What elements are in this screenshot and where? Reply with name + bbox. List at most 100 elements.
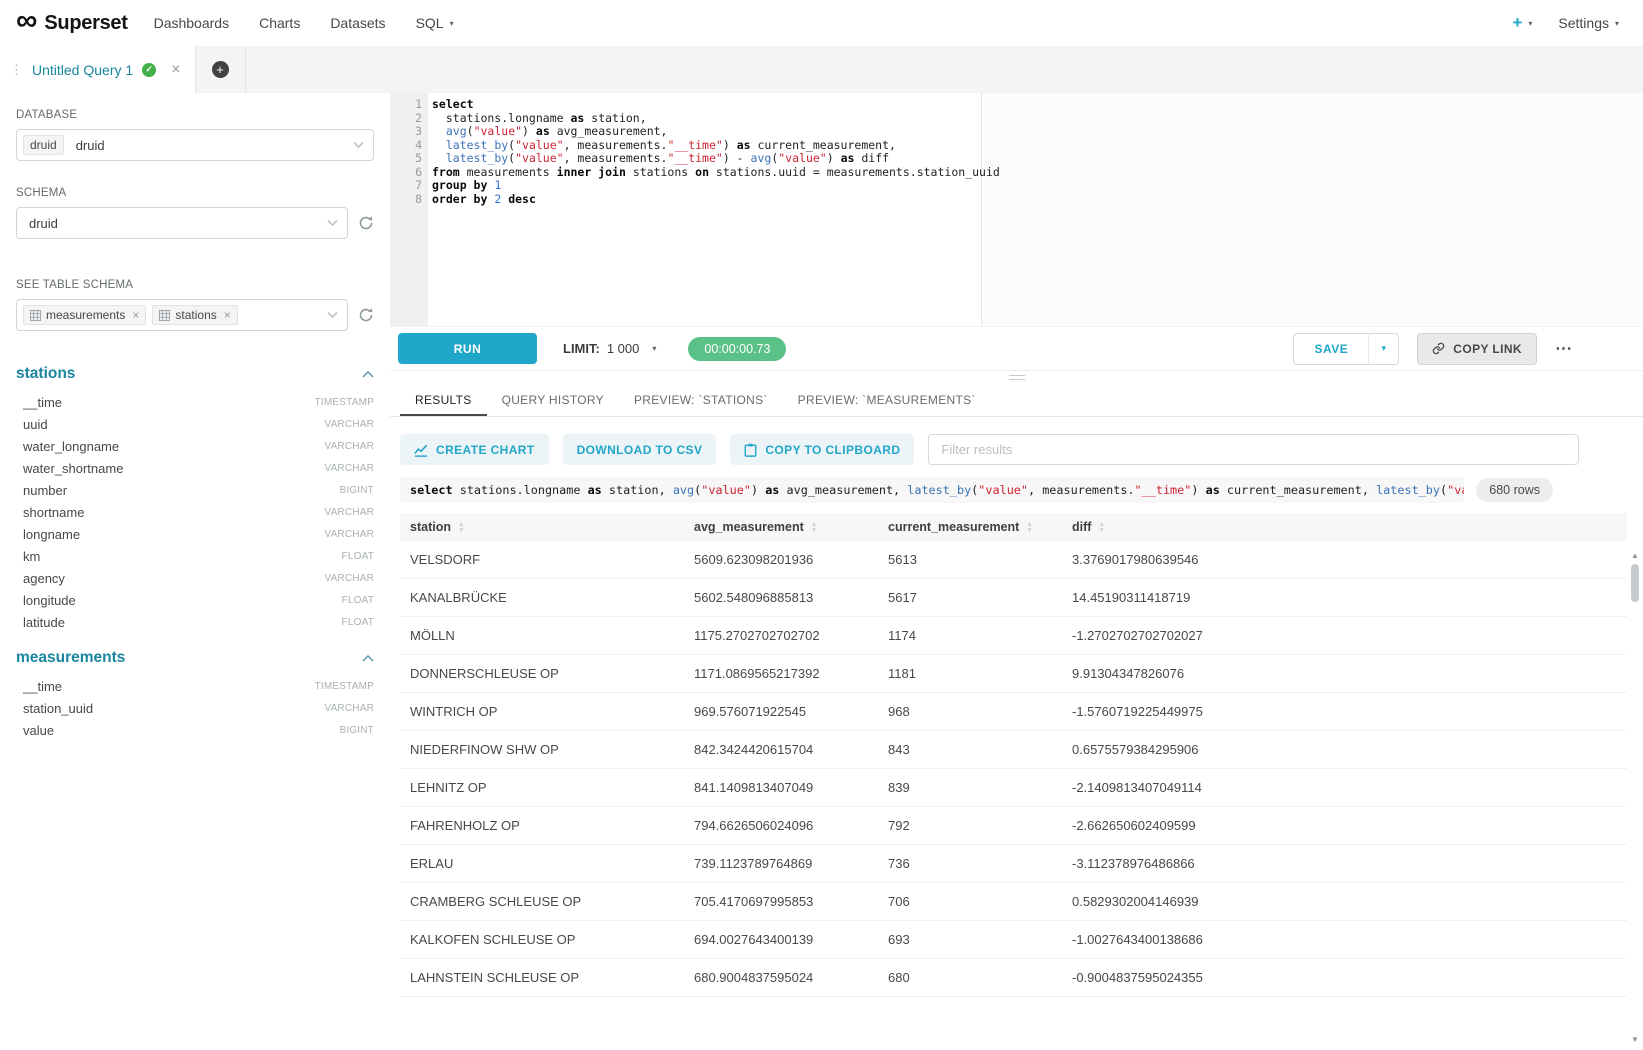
- column-row: __timeTIMESTAMP: [16, 391, 374, 413]
- results-tabbar: RESULTSQUERY HISTORYPREVIEW: `STATIONS`P…: [390, 384, 1643, 417]
- sort-icon[interactable]: ▲▼: [1026, 522, 1032, 533]
- column-name: station_uuid: [23, 701, 93, 716]
- column-header-station[interactable]: station▲▼: [400, 513, 684, 541]
- drag-handle-icon[interactable]: ⋮: [10, 62, 23, 78]
- sort-icon[interactable]: ▲▼: [458, 522, 464, 533]
- save-button[interactable]: SAVE: [1293, 333, 1369, 365]
- column-name: value: [23, 723, 54, 738]
- cell-station: MÖLLN: [400, 617, 684, 655]
- refresh-schema-icon[interactable]: [358, 215, 374, 231]
- caret-down-icon: ▾: [652, 344, 656, 353]
- table-header-stations[interactable]: stations: [16, 365, 374, 383]
- table-row: MÖLLN1175.27027027027021174-1.2702702702…: [400, 617, 1627, 655]
- column-header-avg-measurement[interactable]: avg_measurement▲▼: [684, 513, 878, 541]
- copy-link-button[interactable]: COPY LINK: [1417, 333, 1537, 365]
- results-tab-preview-stations[interactable]: PREVIEW: `STATIONS`: [619, 384, 783, 416]
- new-item-dropdown[interactable]: +▾: [1512, 13, 1532, 33]
- database-select[interactable]: druid druid: [16, 129, 374, 161]
- row-count-badge: 680 rows: [1476, 478, 1553, 502]
- scroll-up-icon[interactable]: ▲: [1631, 552, 1639, 560]
- column-type: VARCHAR: [324, 703, 374, 714]
- pane-resize-handle[interactable]: [390, 371, 1643, 384]
- create-chart-button[interactable]: CREATE CHART: [400, 434, 549, 465]
- table-header-measurements[interactable]: measurements: [16, 649, 374, 667]
- sql-line: avg("value") as avg_measurement,: [432, 125, 1643, 139]
- table-row: FAHRENHOLZ OP794.6626506024096792-2.6626…: [400, 807, 1627, 845]
- database-label: DATABASE: [16, 109, 374, 121]
- cell-diff: -3.112378976486866: [1062, 845, 1627, 883]
- new-tab-button[interactable]: +: [196, 46, 246, 93]
- filter-results-input[interactable]: [928, 434, 1579, 465]
- scroll-down-icon[interactable]: ▼: [1631, 1036, 1639, 1044]
- column-header-current-measurement[interactable]: current_measurement▲▼: [878, 513, 1062, 541]
- save-options-button[interactable]: ▾: [1369, 333, 1399, 365]
- superset-brand[interactable]: ∞ Superset: [16, 8, 128, 38]
- query-tab-active[interactable]: ⋮ Untitled Query 1 ✓ ×: [0, 46, 196, 93]
- table-icon: [159, 310, 170, 321]
- table-tag-measurements[interactable]: measurements ×: [23, 305, 146, 325]
- sqllab-left-panel: DATABASE druid druid SCHEMA druid SEE TA…: [0, 93, 390, 1050]
- nav-item-charts[interactable]: Charts: [259, 15, 300, 31]
- limit-dropdown[interactable]: LIMIT: 1 000 ▾: [563, 341, 656, 356]
- close-tab-icon[interactable]: ×: [171, 61, 180, 79]
- column-header-diff[interactable]: diff▲▼: [1062, 513, 1627, 541]
- collapse-icon[interactable]: [362, 371, 374, 378]
- copy-clipboard-label: COPY TO CLIPBOARD: [765, 443, 900, 457]
- collapse-icon[interactable]: [362, 655, 374, 662]
- nav-item-dashboards[interactable]: Dashboards: [154, 15, 230, 31]
- executed-query-preview[interactable]: select stations.longname as station, avg…: [400, 477, 1464, 503]
- cell-avg-measurement: 842.3424420615704: [684, 731, 878, 769]
- table-section-measurements: measurements__timeTIMESTAMPstation_uuidV…: [16, 649, 374, 741]
- remove-tag-icon[interactable]: ×: [132, 308, 139, 322]
- table-row: LEHNITZ OP841.1409813407049839-2.1409813…: [400, 769, 1627, 807]
- sql-line: order by 2 desc: [432, 193, 1643, 207]
- plus-icon: +: [1512, 13, 1522, 32]
- table-section-stations: stations__timeTIMESTAMPuuidVARCHARwater_…: [16, 365, 374, 633]
- remove-tag-icon[interactable]: ×: [224, 308, 231, 322]
- sqllab-workspace: 12345678 select stations.longname as sta…: [390, 93, 1643, 1050]
- results-tab-results[interactable]: RESULTS: [400, 384, 487, 416]
- schema-select[interactable]: druid: [16, 207, 348, 239]
- cell-diff: -2.662650602409599: [1062, 807, 1627, 845]
- column-type: TIMESTAMP: [315, 397, 374, 408]
- settings-menu[interactable]: Settings▾: [1558, 15, 1619, 31]
- results-scrollbar[interactable]: ▲ ▼: [1629, 552, 1641, 1044]
- results-tab-query-history[interactable]: QUERY HISTORY: [487, 384, 619, 416]
- table-row: ERLAU739.1123789764869736-3.112378976486…: [400, 845, 1627, 883]
- scrollbar-thumb[interactable]: [1631, 564, 1639, 602]
- table-tag-label: measurements: [46, 308, 125, 322]
- sql-editor[interactable]: 12345678 select stations.longname as sta…: [390, 93, 1643, 326]
- copy-clipboard-button[interactable]: COPY TO CLIPBOARD: [730, 434, 914, 465]
- cell-avg-measurement: 1175.2702702702702: [684, 617, 878, 655]
- sql-code[interactable]: select stations.longname as station, avg…: [428, 93, 1643, 326]
- column-name: longitude: [23, 593, 76, 608]
- nav-item-sql[interactable]: SQL▾: [416, 15, 454, 31]
- table-tag-stations[interactable]: stations×: [152, 305, 237, 325]
- query-success-icon: ✓: [142, 63, 156, 77]
- sort-icon[interactable]: ▲▼: [811, 522, 817, 533]
- chevron-down-icon: [327, 312, 338, 319]
- column-type: VARCHAR: [324, 441, 374, 452]
- download-csv-button[interactable]: DOWNLOAD TO CSV: [563, 434, 717, 465]
- refresh-tables-icon[interactable]: [358, 307, 374, 323]
- column-name: number: [23, 483, 67, 498]
- cell-current-measurement: 5617: [878, 579, 1062, 617]
- column-name: __time: [23, 679, 62, 694]
- schema-value: druid: [29, 216, 58, 231]
- column-name: uuid: [23, 417, 48, 432]
- results-tab-preview-measurements[interactable]: PREVIEW: `MEASUREMENTS`: [783, 384, 991, 416]
- table-icon: [30, 310, 41, 321]
- superset-logo-icon: ∞: [16, 6, 37, 36]
- run-button[interactable]: RUN: [398, 333, 537, 364]
- cell-avg-measurement: 705.4170697995853: [684, 883, 878, 921]
- column-type: BIGINT: [339, 725, 374, 736]
- cell-diff: 9.91304347826076: [1062, 655, 1627, 693]
- nav-item-datasets[interactable]: Datasets: [330, 15, 385, 31]
- sort-icon[interactable]: ▲▼: [1098, 522, 1104, 533]
- table-schema-select[interactable]: measurements×stations×: [16, 299, 348, 331]
- cell-station: LAHNSTEIN SCHLEUSE OP: [400, 959, 684, 997]
- database-value: druid: [76, 138, 105, 153]
- more-menu-icon[interactable]: ⋯: [1555, 339, 1573, 359]
- table-name: measurements: [16, 649, 125, 667]
- cell-avg-measurement: 680.9004837595024: [684, 959, 878, 997]
